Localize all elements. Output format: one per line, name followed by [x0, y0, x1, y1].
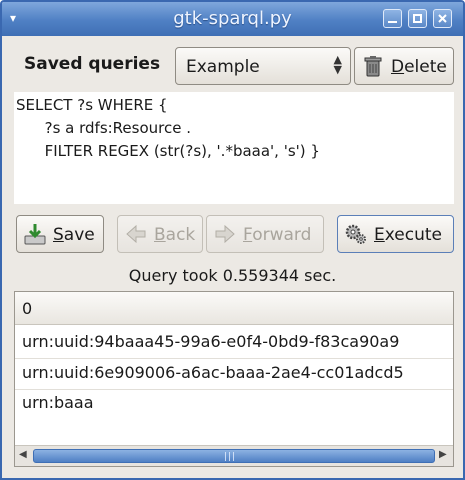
scroll-right-icon[interactable]: ▶ [439, 449, 447, 460]
saved-queries-select[interactable]: Example ▲ ▼ [175, 47, 351, 85]
delete-label: Delete [391, 57, 447, 77]
status-text: Query took 0.559344 sec. [128, 266, 337, 285]
maximize-button[interactable] [408, 9, 427, 28]
save-button[interactable]: Save [16, 215, 104, 253]
grip-icon: ||| [224, 452, 237, 462]
delete-button[interactable]: Delete [354, 47, 454, 85]
execute-label: Execute [374, 225, 442, 245]
select-arrows-icon: ▲ ▼ [333, 53, 342, 76]
row-divider [15, 389, 453, 390]
table-row[interactable]: urn:uuid:94baaa45-99a6-e0f4-0bd9-f83ca90… [22, 332, 399, 351]
app-window: ▾ gtk-sparql.py Saved queries Example ▲ ▼… [0, 0, 465, 480]
trash-icon [364, 56, 382, 77]
query-line: FILTER REGEX (str(?s), '.*baaa', 's') } [16, 142, 320, 160]
row-divider [15, 358, 453, 359]
column-header[interactable]: 0 [15, 292, 453, 325]
forward-label: Forward [243, 225, 312, 245]
close-icon [438, 14, 447, 23]
gears-icon [345, 224, 366, 244]
saved-queries-value: Example [186, 57, 260, 77]
execute-button[interactable]: Execute [337, 215, 454, 253]
maximize-icon [413, 14, 422, 23]
scrollbar-thumb[interactable]: ||| [33, 449, 435, 463]
save-label: Save [53, 225, 95, 245]
table-row[interactable]: urn:baaa [22, 393, 94, 412]
query-editor[interactable]: SELECT ?s WHERE { ?s a rdfs:Resource . F… [14, 92, 454, 204]
forward-button[interactable]: Forward [206, 215, 324, 253]
query-line: SELECT ?s WHERE { [16, 96, 168, 114]
back-arrow-icon [126, 224, 146, 244]
back-button[interactable]: Back [117, 215, 203, 253]
minimize-icon [388, 21, 397, 23]
saved-queries-label: Saved queries [24, 54, 161, 74]
close-button[interactable] [433, 9, 452, 28]
save-icon [24, 224, 46, 245]
table-row[interactable]: urn:uuid:6e909006-a6ac-baaa-2ae4-cc01adc… [22, 363, 404, 382]
forward-arrow-icon [215, 224, 235, 244]
back-label: Back [154, 225, 196, 245]
scroll-left-icon[interactable]: ◀ [19, 449, 27, 460]
column-header-label: 0 [22, 299, 33, 318]
minimize-button[interactable] [383, 9, 402, 28]
results-table[interactable]: 0 urn:uuid:94baaa45-99a6-e0f4-0bd9-f83ca… [14, 291, 454, 467]
query-line: ?s a rdfs:Resource . [16, 119, 192, 137]
title-bar[interactable]: ▾ gtk-sparql.py [2, 2, 463, 36]
horizontal-scrollbar[interactable]: ◀ ||| ▶ [15, 445, 453, 466]
